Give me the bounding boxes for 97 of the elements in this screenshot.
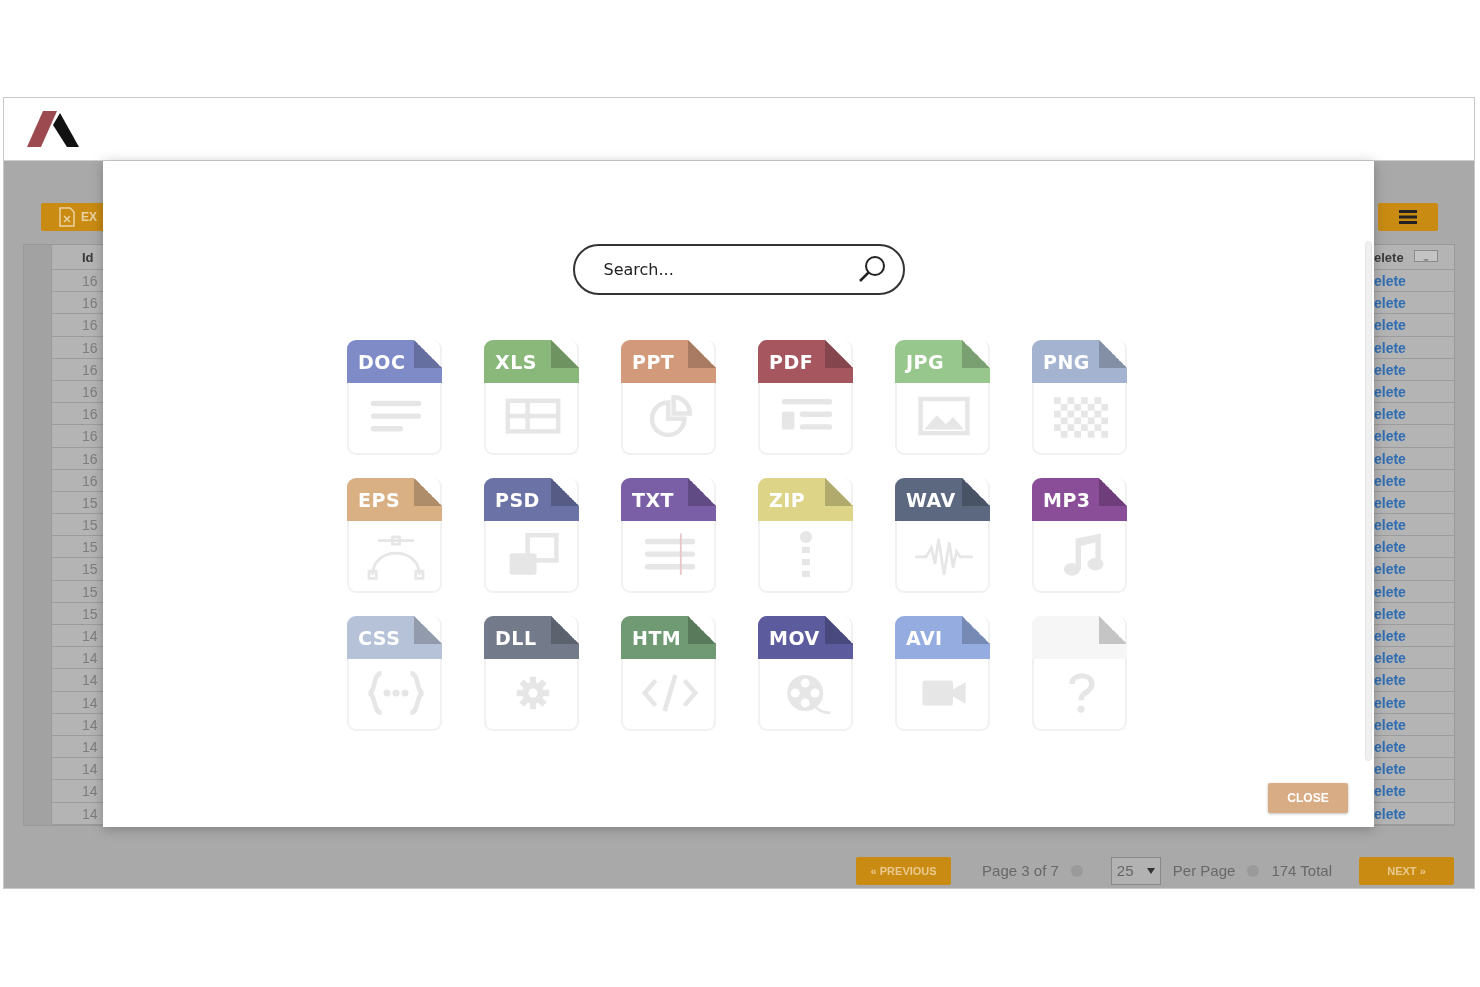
delete-link[interactable]: elete (1374, 317, 1406, 334)
delete-link[interactable]: elete (1374, 561, 1406, 578)
delete-link[interactable]: elete (1374, 716, 1406, 733)
menu-button[interactable] (1378, 203, 1438, 231)
document-icon (59, 207, 75, 227)
file-type-tile[interactable]: DLL (484, 616, 579, 731)
file-type-label: ZIP (758, 478, 853, 521)
delete-link[interactable]: elete (1374, 406, 1406, 423)
file-type-tile[interactable]: AVI (895, 616, 990, 731)
file-type-tile[interactable]: EPS (347, 478, 442, 593)
delete-link[interactable]: elete (1374, 295, 1406, 312)
file-type-tile[interactable]: PNG (1032, 340, 1127, 455)
delete-link[interactable]: elete (1374, 450, 1406, 467)
file-type-tile[interactable]: MP3 (1032, 478, 1127, 593)
delete-link[interactable]: elete (1374, 738, 1406, 755)
file-type-tile[interactable]: PDF (758, 340, 853, 455)
delete-link[interactable]: elete (1374, 361, 1406, 378)
delete-link[interactable]: elete (1374, 650, 1406, 667)
delete-link[interactable]: elete (1374, 583, 1406, 600)
file-type-tile[interactable] (1032, 616, 1127, 731)
folded-corner-icon (414, 616, 442, 644)
folded-corner-icon (551, 616, 579, 644)
file-type-tile[interactable]: ZIP (758, 478, 853, 593)
export-button[interactable]: EX (41, 203, 105, 231)
folded-corner-icon (825, 616, 853, 644)
file-type-label: JPG (895, 340, 990, 383)
folded-corner-icon (1099, 616, 1127, 644)
delete-link[interactable]: elete (1374, 428, 1406, 445)
delete-link[interactable]: elete (1374, 339, 1406, 356)
file-type-tile[interactable]: TXT (621, 478, 716, 593)
file-type-label: PSD (484, 478, 579, 521)
folded-corner-icon (962, 340, 990, 368)
file-type-label: XLS (484, 340, 579, 383)
close-button[interactable]: CLOSE (1268, 783, 1348, 813)
file-type-tile[interactable]: XLS (484, 340, 579, 455)
delete-link[interactable]: elete (1374, 694, 1406, 711)
delete-link[interactable]: elete (1374, 761, 1406, 778)
file-type-tile[interactable]: MOV (758, 616, 853, 731)
file-type-label: CSS (347, 616, 442, 659)
file-type-tile[interactable]: HTM (621, 616, 716, 731)
delete-link[interactable]: elete (1374, 628, 1406, 644)
next-button[interactable]: NEXT » (1359, 856, 1454, 885)
delete-link[interactable]: elete (1374, 672, 1406, 689)
delete-link[interactable]: elete (1374, 517, 1406, 534)
file-type-label: EPS (347, 478, 442, 521)
folded-corner-icon (962, 478, 990, 506)
page-info: Page 3 of 7 (982, 862, 1059, 880)
zipper-icon (799, 530, 813, 578)
folded-corner-icon (688, 340, 716, 368)
logo (27, 111, 79, 147)
delete-link[interactable]: elete (1374, 605, 1406, 622)
file-type-label: HTM (621, 616, 716, 659)
delete-link[interactable]: elete (1374, 472, 1406, 489)
file-type-tile[interactable]: PPT (621, 340, 716, 455)
folded-corner-icon (962, 616, 990, 644)
column-header[interactable]: Id (82, 250, 94, 265)
delete-link[interactable]: elete (1374, 539, 1406, 556)
folded-corner-icon (1099, 340, 1127, 368)
menu-icon (1399, 210, 1417, 224)
folded-corner-icon (688, 478, 716, 506)
filter-icon[interactable] (1413, 250, 1438, 264)
file-type-label: PPT (621, 340, 716, 383)
column-header[interactable]: elete (1374, 244, 1404, 270)
file-type-tile[interactable]: WAV (895, 478, 990, 593)
per-page-select[interactable]: 25 (1110, 856, 1161, 885)
folded-corner-icon (1099, 478, 1127, 506)
file-type-label: DOC (347, 340, 442, 383)
delete-link[interactable]: elete (1374, 783, 1406, 800)
file-type-label: DLL (484, 616, 579, 659)
previous-button[interactable]: « PREVIOUS (856, 856, 952, 885)
file-type-label: WAV (895, 478, 990, 521)
folded-corner-icon (414, 478, 442, 506)
file-type-label: MP3 (1032, 478, 1127, 521)
folded-corner-icon (551, 340, 579, 368)
file-type-tile[interactable]: DOC (347, 340, 442, 455)
file-type-label: PNG (1032, 340, 1127, 383)
file-type-label: TXT (621, 478, 716, 521)
scroll-bar[interactable] (1365, 241, 1372, 761)
folded-corner-icon (825, 478, 853, 506)
folded-corner-icon (688, 616, 716, 644)
file-type-tile[interactable]: PSD (484, 478, 579, 593)
delete-link[interactable]: elete (1374, 494, 1406, 511)
folded-corner-icon (551, 478, 579, 506)
search-field[interactable]: Search... (572, 244, 905, 295)
file-type-tile[interactable]: CSS (347, 616, 442, 731)
delete-link[interactable]: elete (1374, 273, 1406, 289)
file-type-label: MOV (758, 616, 853, 659)
folded-corner-icon (825, 340, 853, 368)
file-type-tile[interactable]: JPG (895, 340, 990, 455)
per-page-label: Per Page (1172, 862, 1236, 880)
folded-corner-icon (414, 340, 442, 368)
delete-link[interactable]: elete (1374, 383, 1406, 400)
file-type-label: AVI (895, 616, 990, 659)
caret-icon (1146, 867, 1155, 874)
delete-link[interactable]: elete (1374, 805, 1406, 822)
total-count: 174 Total (1271, 862, 1332, 880)
file-type-label: PDF (758, 340, 853, 383)
